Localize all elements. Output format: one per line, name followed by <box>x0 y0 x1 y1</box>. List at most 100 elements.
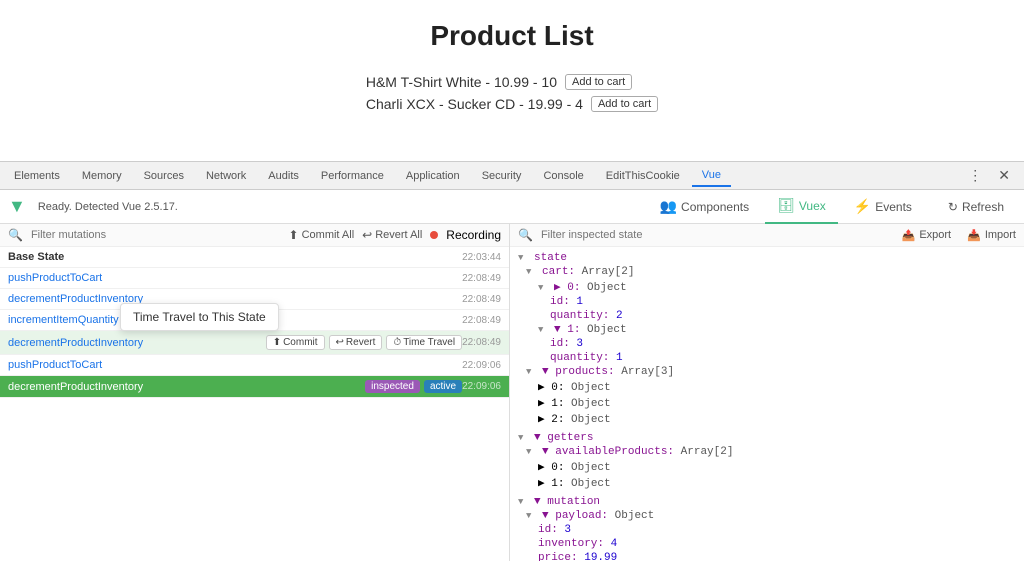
tree-getters[interactable]: ▼ getters <box>510 431 1024 445</box>
filter-state-input[interactable] <box>541 229 894 241</box>
tree-payload[interactable]: ▼ payload: Object <box>510 509 1024 523</box>
state-tree: state cart: Array[2] ▶ 0: Object id: 1 q… <box>510 247 1024 561</box>
id-key-1: id: <box>550 338 576 350</box>
commit-all-button[interactable]: ⬆ Commit All <box>289 228 355 242</box>
revert-button[interactable]: ↩ Revert <box>329 335 383 350</box>
add-to-cart-button-1[interactable]: Add to cart <box>565 74 632 90</box>
tab-events[interactable]: ⚡ Events <box>842 190 924 224</box>
time-travel-icon: ⏱ <box>393 337 401 348</box>
mutation-time: 22:09:06 <box>462 381 501 392</box>
getters-key: ▼ getters <box>534 432 593 444</box>
right-panel: 🔍 📤 Export 📥 Import state cart: A <box>510 224 1024 561</box>
revert-all-icon: ↩ <box>362 228 372 242</box>
devtools-panel: Elements Memory Sources Network Audits P… <box>0 161 1024 561</box>
more-icon[interactable]: ⋮ <box>964 165 986 186</box>
events-icon: ⚡ <box>854 198 871 215</box>
tab-network[interactable]: Network <box>196 166 256 186</box>
tab-events-label: Events <box>875 200 912 214</box>
refresh-button[interactable]: ↻ Refresh <box>936 190 1016 224</box>
tab-application[interactable]: Application <box>396 166 470 186</box>
vue-panel-tabbar: ▼ Ready. Detected Vue 2.5.17. 👥 Componen… <box>0 190 1024 224</box>
tree-products[interactable]: ▼ products: Array[3] <box>510 365 1024 379</box>
mutation-base-state[interactable]: Base State 22:03:44 <box>0 247 509 268</box>
available-products-type: Array[2] <box>681 446 734 458</box>
mutation-name: decrementProductInventory <box>8 293 462 305</box>
product-list-area: Product List H&M T-Shirt White - 10.99 -… <box>0 0 1024 138</box>
list-item: Charli XCX - Sucker CD - 19.99 - 4 Add t… <box>366 96 658 112</box>
available-1-type: Object <box>571 478 611 490</box>
tree-product-2[interactable]: ▶ 2: Object <box>510 411 1024 427</box>
filter-mutations-input[interactable] <box>31 229 281 241</box>
tree-cart-0[interactable]: ▶ 0: Object <box>510 279 1024 295</box>
commit-all-label: Commit All <box>302 229 355 241</box>
tree-payload-price: price: 19.99 <box>510 551 1024 561</box>
tree-cart-1[interactable]: ▼ 1: Object <box>510 323 1024 337</box>
tab-components[interactable]: 👥 Components <box>648 190 761 224</box>
tab-sources[interactable]: Sources <box>134 166 194 186</box>
left-panel: 🔍 ⬆ Commit All ↩ Revert All Recording Ba… <box>0 224 510 561</box>
time-travel-button[interactable]: ⏱ Time Travel <box>386 335 462 350</box>
export-icon: 📤 <box>902 229 916 242</box>
right-panel-toolbar: 🔍 📤 Export 📥 Import <box>510 224 1024 247</box>
export-button[interactable]: 📤 Export <box>902 229 952 242</box>
payload-id-value: 3 <box>564 524 571 536</box>
vue-logo: ▼ <box>8 196 26 217</box>
mutation-badges: inspected active <box>365 380 462 393</box>
tab-components-label: Components <box>681 200 749 214</box>
mutation-decrement-product-inventory-3[interactable]: decrementProductInventory inspected acti… <box>0 376 509 398</box>
tab-audits[interactable]: Audits <box>258 166 309 186</box>
id-value: 1 <box>576 296 583 308</box>
tree-cart-0-id: id: 1 <box>510 295 1024 309</box>
devtools-icons: ⋮ ✕ <box>964 165 1020 186</box>
mutation-key: ▼ mutation <box>534 496 600 508</box>
tree-cart[interactable]: cart: Array[2] <box>510 265 1024 279</box>
product-1-toggle: ▶ 1: <box>538 398 571 410</box>
products-type: Array[3] <box>621 366 674 378</box>
import-label: Import <box>985 229 1016 241</box>
close-icon[interactable]: ✕ <box>994 165 1014 186</box>
mutation-name: decrementProductInventory <box>8 381 357 393</box>
refresh-label: Refresh <box>962 200 1004 214</box>
mutation-time: 22:08:49 <box>462 294 501 305</box>
tab-security[interactable]: Security <box>472 166 532 186</box>
tree-product-0[interactable]: ▶ 0: Object <box>510 379 1024 395</box>
revert-all-button[interactable]: ↩ Revert All <box>362 228 422 242</box>
payload-inventory-key: inventory: <box>538 538 611 550</box>
export-label: Export <box>919 229 951 241</box>
mutation-decrement-product-inventory-1[interactable]: decrementProductInventory 22:08:49 <box>0 289 509 310</box>
tab-vue[interactable]: Vue <box>692 165 731 187</box>
tree-available-products[interactable]: ▼ availableProducts: Array[2] <box>510 445 1024 459</box>
tree-product-1[interactable]: ▶ 1: Object <box>510 395 1024 411</box>
tab-elements[interactable]: Elements <box>4 166 70 186</box>
commit-button[interactable]: ⬆ Commit <box>266 335 325 350</box>
cart-0-key: ▶ 0: <box>554 282 587 294</box>
tab-vuex[interactable]: 🗄 Vuex <box>765 190 838 224</box>
mutation-push-product-to-cart-2[interactable]: pushProductToCart 22:09:06 <box>0 355 509 376</box>
id-key: id: <box>550 296 576 308</box>
payload-price-key: price: <box>538 552 584 561</box>
mutation-name: decrementProductInventory <box>8 337 266 349</box>
mutation-time: 22:08:49 <box>462 337 501 348</box>
tab-editthiscookie[interactable]: EditThisCookie <box>596 166 690 186</box>
mutation-time: 22:08:49 <box>462 315 501 326</box>
page-title: Product List <box>20 20 1004 52</box>
mutation-push-product-to-cart-1[interactable]: pushProductToCart 22:08:49 <box>0 268 509 289</box>
mutation-decrement-product-inventory-2[interactable]: decrementProductInventory ⬆ Commit ↩ Rev… <box>0 331 509 355</box>
tab-console[interactable]: Console <box>533 166 593 186</box>
tab-memory[interactable]: Memory <box>72 166 132 186</box>
tree-available-1[interactable]: ▶ 1: Object <box>510 475 1024 491</box>
mutation-time: 22:09:06 <box>462 360 501 371</box>
mutation-name: pushProductToCart <box>8 272 462 284</box>
product-2-type: Object <box>571 414 611 426</box>
tree-mutation[interactable]: ▼ mutation <box>510 495 1024 509</box>
add-to-cart-button-2[interactable]: Add to cart <box>591 96 658 112</box>
tree-state[interactable]: state <box>510 251 1024 265</box>
cart-key: cart: <box>542 266 582 278</box>
mutation-increment-item-quantity[interactable]: incrementItemQuantity 22:08:49 <box>0 310 509 331</box>
import-button[interactable]: 📥 Import <box>967 229 1016 242</box>
available-products-key: ▼ availableProducts: <box>542 446 681 458</box>
payload-inventory-value: 4 <box>611 538 618 550</box>
recording-label: Recording <box>446 228 501 242</box>
tab-performance[interactable]: Performance <box>311 166 394 186</box>
tree-available-0[interactable]: ▶ 0: Object <box>510 459 1024 475</box>
